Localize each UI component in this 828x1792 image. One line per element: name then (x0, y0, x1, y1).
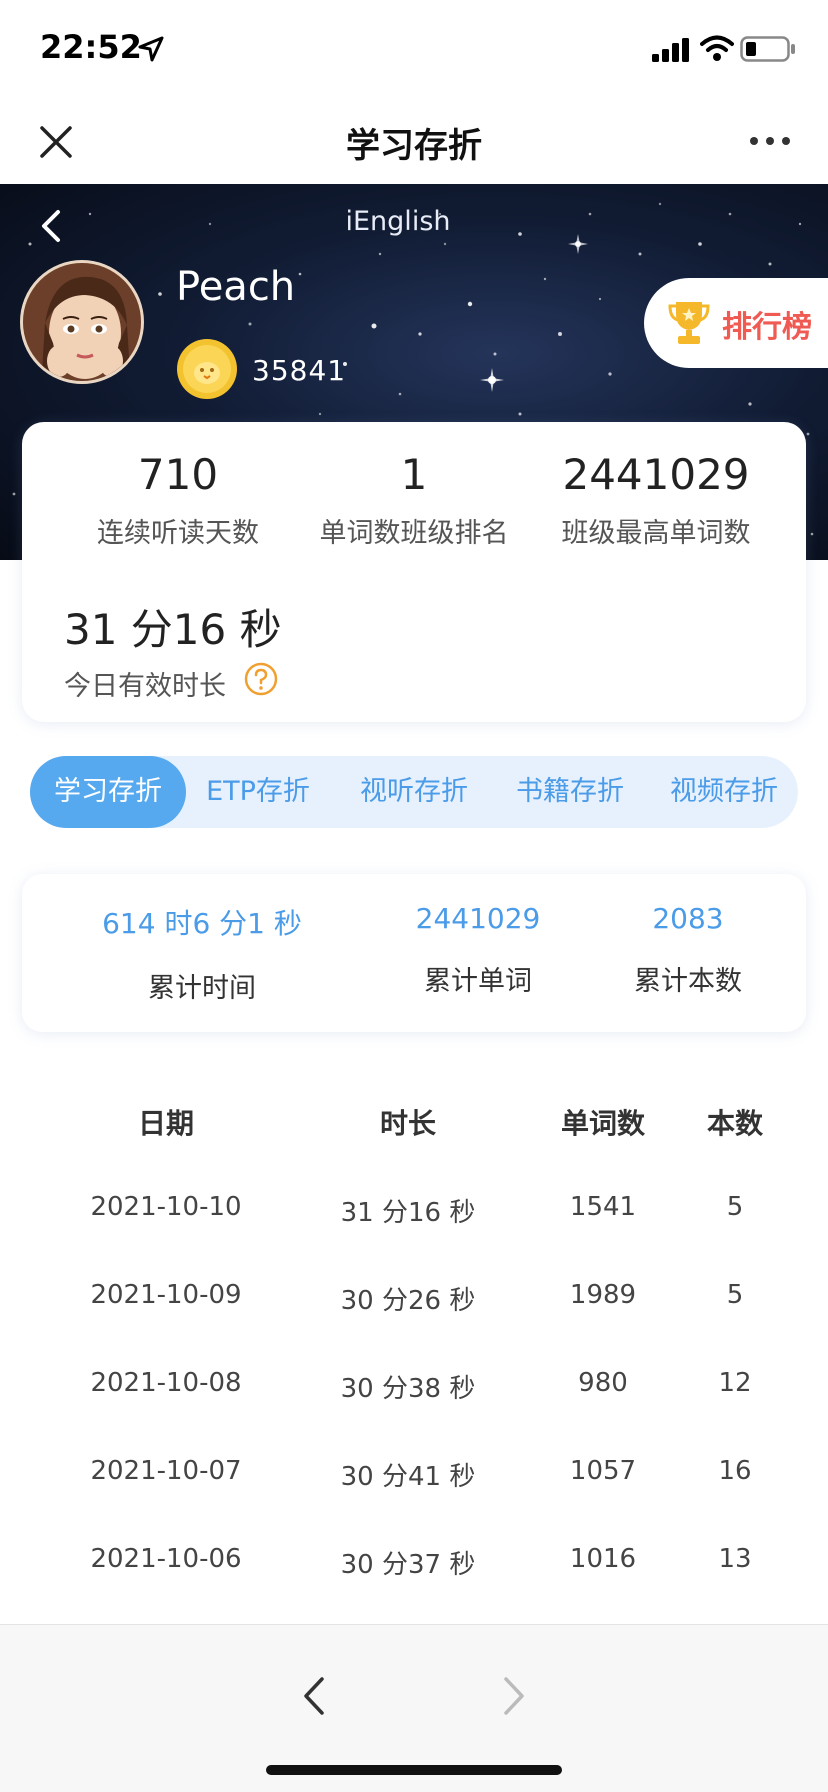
stat-streak-days: 710 连续听读天数 (48, 450, 308, 550)
cell-words: 1541 (569, 1192, 637, 1222)
chevron-right-icon[interactable] (502, 1675, 528, 1717)
stat-label: 单词数班级排名 (319, 518, 509, 549)
ranking-button[interactable]: 排行榜 (644, 278, 828, 368)
navigation-bar: 学习存折 (0, 100, 828, 184)
ranking-label: 排行榜 (722, 310, 812, 345)
cell-books: 13 (718, 1544, 752, 1574)
cell-books: 5 (726, 1192, 744, 1222)
stat-label: 连续听读天数 (97, 518, 259, 549)
cell-words: 980 (578, 1368, 628, 1398)
cell-duration: 31 分16 秒 (340, 1198, 476, 1228)
browser-toolbar (0, 1624, 828, 1792)
summary-total-words: 2441029 累计单词 (328, 902, 628, 998)
summary-label: 累计本数 (634, 966, 742, 997)
cell-duration: 30 分26 秒 (340, 1286, 476, 1316)
cell-books: 16 (718, 1456, 752, 1486)
cellular-signal-icon (652, 38, 689, 62)
header-date: 日期 (137, 1107, 194, 1140)
page: 22:52 学习存折 iEnglish Peach 35841 排行榜 710 … (0, 0, 828, 1792)
summary-value: 2083 (652, 902, 724, 935)
tab-video-passbook[interactable]: 视频存折 (646, 756, 802, 828)
battery-icon (740, 36, 795, 62)
summary-value: 2441029 (415, 902, 541, 935)
status-time: 22:52 (40, 28, 142, 66)
app-name: iEnglish (345, 206, 451, 237)
cell-date: 2021-10-10 (90, 1192, 242, 1222)
table-row: 2021-10-07 30 分41 秒 1057 16 (0, 1456, 828, 1516)
table-row: 2021-10-08 30 分38 秒 980 12 (0, 1368, 828, 1428)
today-duration-label: 今日有效时长 (64, 671, 226, 702)
passbook-tabs: 学习存折 ETP存折 视听存折 书籍存折 视频存折 (30, 756, 798, 828)
cell-words: 1989 (569, 1280, 637, 1310)
stat-class-max-words: 2441029 班级最高单词数 (526, 450, 786, 550)
tab-etp-passbook[interactable]: ETP存折 (180, 756, 336, 828)
coin-count: 35841 (252, 354, 347, 387)
stat-value: 710 (137, 450, 219, 499)
avatar[interactable] (20, 260, 144, 384)
help-icon[interactable] (244, 662, 278, 696)
cell-duration: 30 分41 秒 (340, 1462, 476, 1492)
cell-duration: 30 分38 秒 (340, 1374, 476, 1404)
table-row: 2021-10-06 30 分37 秒 1016 13 (0, 1544, 828, 1604)
stat-value: 1 (400, 450, 428, 499)
tab-study-passbook[interactable]: 学习存折 (30, 756, 186, 828)
today-duration-value: 31 分16 秒 (64, 605, 282, 654)
table-row: 2021-10-10 31 分16 秒 1541 5 (0, 1192, 828, 1252)
header-duration: 时长 (379, 1107, 436, 1140)
username: Peach (176, 264, 296, 310)
more-options-icon[interactable] (748, 134, 792, 148)
cell-date: 2021-10-08 (90, 1368, 242, 1398)
cell-date: 2021-10-09 (90, 1280, 242, 1310)
cell-duration: 30 分37 秒 (340, 1550, 476, 1580)
header-words: 单词数 (560, 1107, 645, 1140)
cell-books: 5 (726, 1280, 744, 1310)
cell-words: 1016 (569, 1544, 637, 1574)
cell-date: 2021-10-06 (90, 1544, 242, 1574)
table-header: 日期 时长 单词数 本数 (0, 1102, 828, 1162)
wifi-icon (700, 35, 734, 61)
summary-label: 累计时间 (148, 973, 256, 1004)
cell-books: 12 (718, 1368, 752, 1398)
location-arrow-icon (138, 36, 164, 62)
stat-label: 班级最高单词数 (561, 518, 751, 549)
summary-label: 累计单词 (424, 966, 532, 997)
cell-date: 2021-10-07 (90, 1456, 242, 1486)
summary-total-time: 614 时6 分1 秒 累计时间 (52, 902, 352, 1005)
chevron-left-icon[interactable] (300, 1675, 326, 1717)
header-books: 本数 (706, 1107, 763, 1140)
stat-value: 2441029 (562, 450, 750, 499)
page-title: 学习存折 (346, 126, 482, 166)
trophy-icon (668, 302, 710, 344)
stats-card: 710 连续听读天数 1 单词数班级排名 2441029 班级最高单词数 31 … (22, 422, 806, 722)
status-bar: 22:52 (0, 0, 828, 100)
cell-words: 1057 (569, 1456, 637, 1486)
tab-audiovisual-passbook[interactable]: 视听存折 (336, 756, 492, 828)
summary-total-books: 2083 累计本数 (588, 902, 788, 998)
summary-card: 614 时6 分1 秒 累计时间 2441029 累计单词 2083 累计本数 (22, 874, 806, 1032)
tab-books-passbook[interactable]: 书籍存折 (492, 756, 648, 828)
home-indicator (266, 1765, 562, 1775)
stat-class-rank: 1 单词数班级排名 (284, 450, 544, 550)
coin-icon (177, 339, 237, 399)
table-row: 2021-10-09 30 分26 秒 1989 5 (0, 1280, 828, 1340)
summary-value: 614 时6 分1 秒 (102, 907, 302, 940)
